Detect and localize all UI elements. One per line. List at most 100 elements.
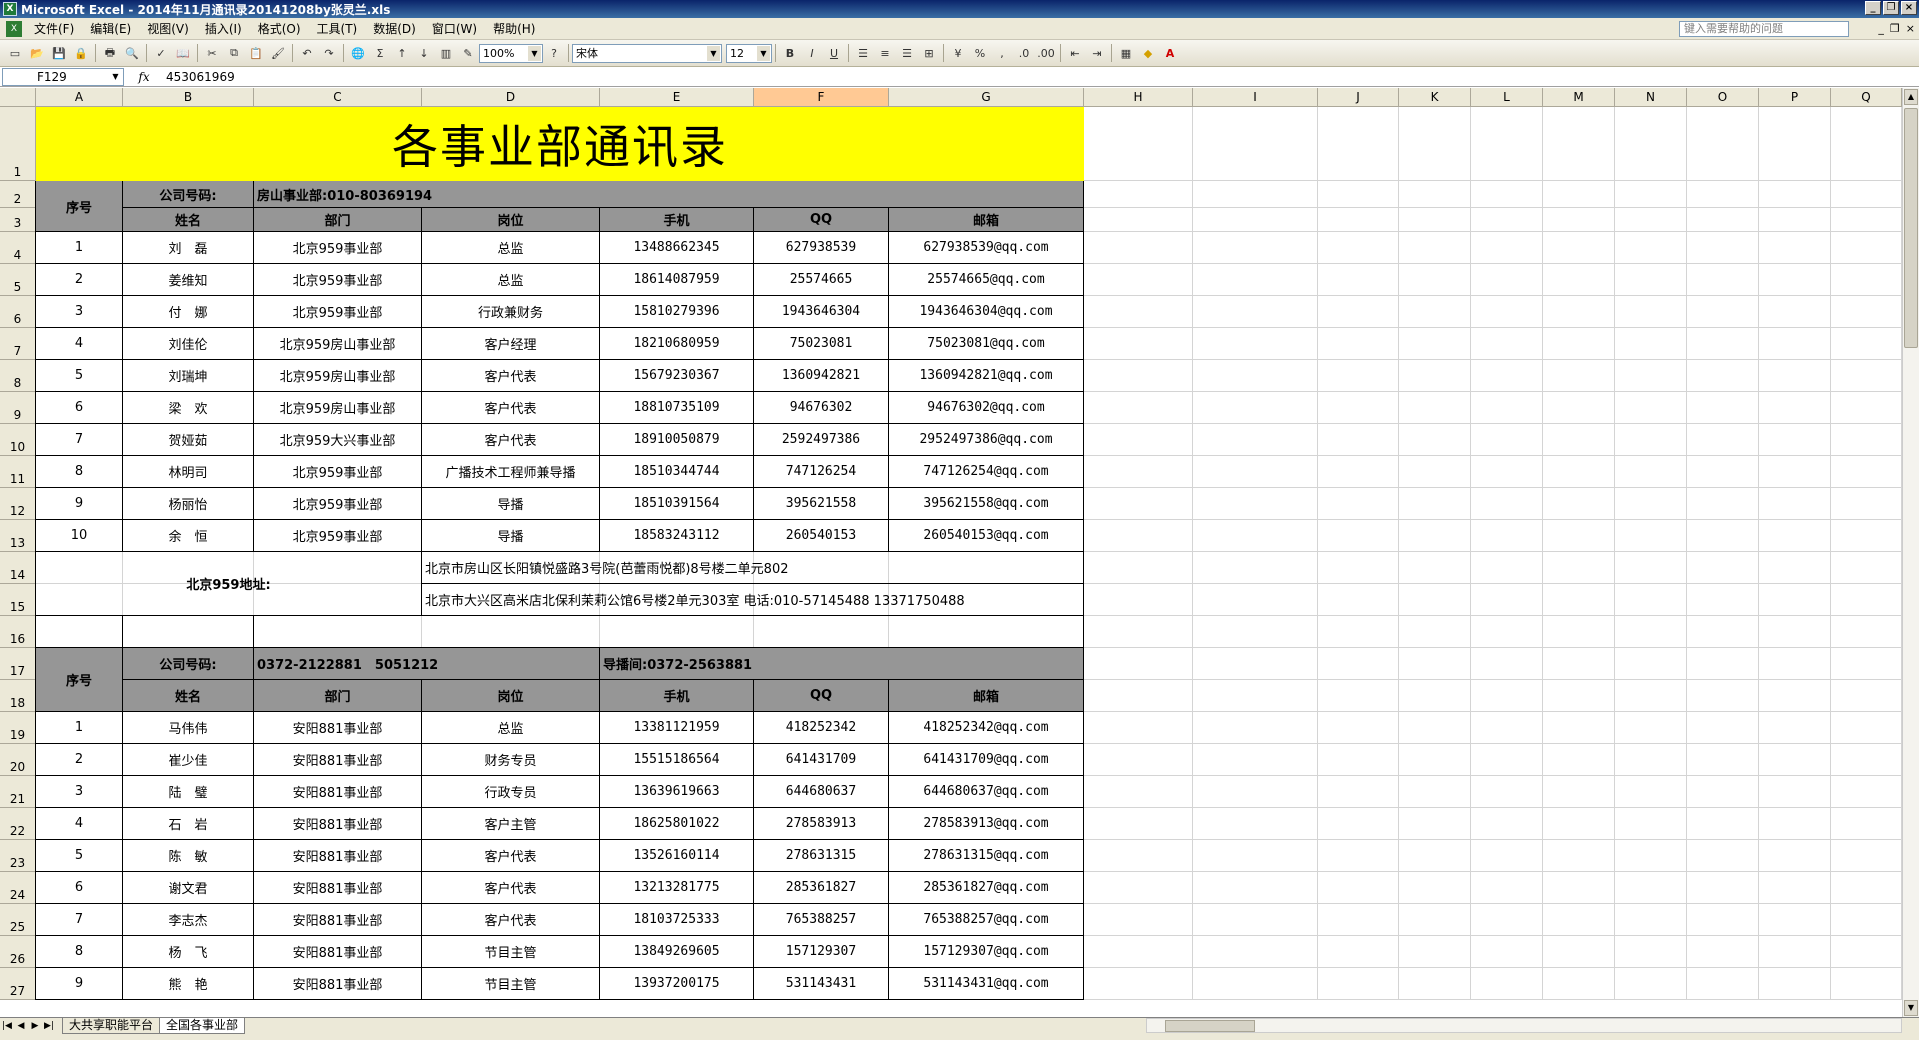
table-cell[interactable]: 崔少佳: [123, 744, 254, 776]
table-cell[interactable]: 18103725333: [600, 904, 754, 936]
menu-data[interactable]: 数据(D): [365, 18, 424, 39]
company-label[interactable]: 公司号码:: [123, 181, 254, 208]
font-select[interactable]: 宋体 ▼: [572, 43, 722, 63]
seq-header[interactable]: 序号: [36, 181, 123, 232]
table-cell[interactable]: 安阳881事业部: [254, 808, 422, 840]
worksheet-grid[interactable]: 1 2 3 4 5 6 7 8 9 10 11 12 13 14 15 16 17 18 19 20 21 22 23 24 2…: [0, 88, 1902, 1017]
table-cell[interactable]: 260540153: [754, 520, 889, 552]
table-cell[interactable]: 2592497386: [754, 424, 889, 456]
table-cell[interactable]: 6: [36, 392, 123, 424]
table-cell[interactable]: 北京959事业部: [254, 264, 422, 296]
table-cell[interactable]: 13526160114: [600, 840, 754, 872]
table-cell[interactable]: 安阳881事业部: [254, 968, 422, 1000]
studio-phone[interactable]: 导播间:0372-2563881: [600, 648, 1084, 680]
sort-ascending-icon[interactable]: ↑: [391, 42, 413, 64]
column-header[interactable]: H: [1084, 88, 1193, 107]
tab-shared-platform[interactable]: 大共享职能平台: [62, 1018, 161, 1034]
borders-icon[interactable]: ▦: [1115, 42, 1137, 64]
restore-button[interactable]: ❐: [1883, 1, 1899, 15]
table-cell[interactable]: 18510391564: [600, 488, 754, 520]
print-icon[interactable]: 🖶: [99, 42, 121, 64]
bold-icon[interactable]: B: [779, 42, 801, 64]
table-cell[interactable]: 260540153@qq.com: [889, 520, 1084, 552]
table-cell[interactable]: 财务专员: [422, 744, 600, 776]
close-button[interactable]: ×: [1901, 1, 1917, 15]
scroll-down-icon[interactable]: ▼: [1904, 1000, 1918, 1016]
menu-tools[interactable]: 工具(T): [309, 18, 366, 39]
save-icon[interactable]: 💾: [48, 42, 70, 64]
table-cell[interactable]: 6: [36, 872, 123, 904]
fx-icon[interactable]: fx: [124, 70, 164, 84]
row-header[interactable]: 6: [0, 296, 36, 328]
align-right-icon[interactable]: ☰: [896, 42, 918, 64]
row-header[interactable]: 8: [0, 360, 36, 392]
row-header[interactable]: 4: [0, 232, 36, 264]
sheet-title[interactable]: 各事业部通讯录: [36, 107, 1084, 181]
menu-help[interactable]: 帮助(H): [485, 18, 543, 39]
table-cell[interactable]: 285361827: [754, 872, 889, 904]
table-cell[interactable]: 765388257: [754, 904, 889, 936]
decrease-indent-icon[interactable]: ⇤: [1064, 42, 1086, 64]
table-cell[interactable]: 梁 欢: [123, 392, 254, 424]
table-cell[interactable]: 北京959房山事业部: [254, 360, 422, 392]
column-header[interactable]: M: [1543, 88, 1615, 107]
menu-edit[interactable]: 编辑(E): [82, 18, 139, 39]
table-cell[interactable]: 1360942821@qq.com: [889, 360, 1084, 392]
table-cell[interactable]: 1360942821: [754, 360, 889, 392]
table-cell[interactable]: 行政专员: [422, 776, 600, 808]
workbook-icon[interactable]: X: [6, 20, 22, 37]
table-cell[interactable]: 627938539@qq.com: [889, 232, 1084, 264]
table-cell[interactable]: 25574665: [754, 264, 889, 296]
increase-indent-icon[interactable]: ⇥: [1086, 42, 1108, 64]
table-cell[interactable]: 安阳881事业部: [254, 840, 422, 872]
chevron-down-icon[interactable]: ▼: [528, 45, 541, 61]
table-cell[interactable]: 7: [36, 904, 123, 936]
row-header[interactable]: 11: [0, 456, 36, 488]
table-cell[interactable]: 北京959事业部: [254, 232, 422, 264]
table-cell[interactable]: 李志杰: [123, 904, 254, 936]
table-cell[interactable]: 278631315: [754, 840, 889, 872]
column-title[interactable]: 部门: [254, 680, 422, 712]
row-header[interactable]: 22: [0, 808, 36, 840]
column-title[interactable]: 姓名: [123, 208, 254, 232]
table-cell[interactable]: 2952497386@qq.com: [889, 424, 1084, 456]
copy-icon[interactable]: ⧉: [223, 42, 245, 64]
table-cell[interactable]: 10: [36, 520, 123, 552]
address-line-1[interactable]: 北京市房山区长阳镇悦盛路3号院(芭蕾雨悦都)8号楼二单元802: [422, 552, 1084, 584]
column-header[interactable]: I: [1193, 88, 1318, 107]
name-box[interactable]: F129 ▼: [2, 67, 124, 86]
row-header[interactable]: 14: [0, 552, 36, 584]
table-cell[interactable]: 陆 璧: [123, 776, 254, 808]
table-cell[interactable]: 余 恒: [123, 520, 254, 552]
table-cell[interactable]: 644680637: [754, 776, 889, 808]
table-cell[interactable]: 8: [36, 936, 123, 968]
underline-icon[interactable]: U: [823, 42, 845, 64]
help-search-input[interactable]: 键入需要帮助的问题: [1679, 21, 1849, 37]
table-cell[interactable]: 2: [36, 264, 123, 296]
column-header[interactable]: C: [254, 88, 422, 107]
table-cell[interactable]: 395621558: [754, 488, 889, 520]
column-title[interactable]: 岗位: [422, 680, 600, 712]
row-header[interactable]: 3: [0, 208, 36, 232]
table-cell[interactable]: 安阳881事业部: [254, 904, 422, 936]
row-header[interactable]: 5: [0, 264, 36, 296]
table-cell[interactable]: 安阳881事业部: [254, 712, 422, 744]
format-painter-icon[interactable]: 🖌: [267, 42, 289, 64]
table-cell[interactable]: 陈 敏: [123, 840, 254, 872]
row-header[interactable]: 13: [0, 520, 36, 552]
scroll-up-icon[interactable]: ▲: [1904, 89, 1918, 105]
table-cell[interactable]: 8: [36, 456, 123, 488]
table-cell[interactable]: 杨 飞: [123, 936, 254, 968]
table-cell[interactable]: 15515186564: [600, 744, 754, 776]
table-cell[interactable]: 广播技术工程师兼导播: [422, 456, 600, 488]
table-cell[interactable]: 1943646304@qq.com: [889, 296, 1084, 328]
table-cell[interactable]: 94676302: [754, 392, 889, 424]
table-cell[interactable]: 13381121959: [600, 712, 754, 744]
table-cell[interactable]: 导播: [422, 488, 600, 520]
table-cell[interactable]: 刘佳伦: [123, 328, 254, 360]
row-header[interactable]: 23: [0, 840, 36, 872]
table-cell[interactable]: 3: [36, 296, 123, 328]
table-cell[interactable]: 付 娜: [123, 296, 254, 328]
table-cell[interactable]: 客户代表: [422, 392, 600, 424]
address-line-2[interactable]: 北京市大兴区高米店北保利茉莉公馆6号楼2单元303室 电话:010-571454…: [422, 584, 1084, 616]
